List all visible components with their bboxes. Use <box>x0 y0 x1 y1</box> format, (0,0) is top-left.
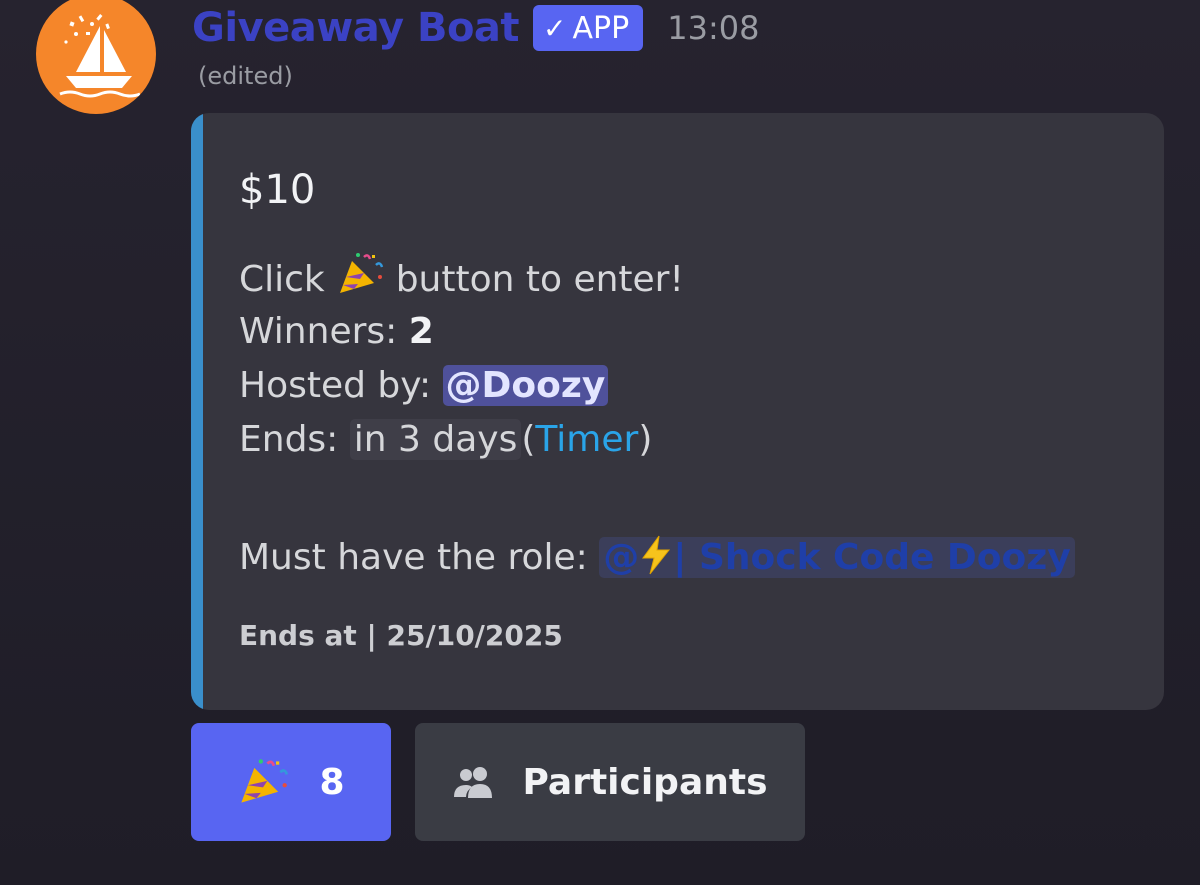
host-mention[interactable]: @Doozy <box>442 365 609 406</box>
embed-title: $10 <box>239 167 316 213</box>
message-header: Giveaway Boat ✓ APP 13:08 <box>192 2 759 54</box>
enter-instruction: Click button to enter! <box>239 251 1075 305</box>
author-username[interactable]: Giveaway Boat <box>192 5 520 51</box>
participants-label: Participants <box>522 761 768 803</box>
party-popper-icon <box>241 759 289 803</box>
embed-accent-bar <box>191 113 203 710</box>
giveaway-embed: $10 Click button to enter! Winners: 2 Ho… <box>191 113 1164 710</box>
winners-count: 2 <box>408 311 434 352</box>
entry-count: 8 <box>319 761 345 803</box>
role-mention[interactable]: @ | Shock Code Doozy <box>599 535 1075 578</box>
message-timestamp[interactable]: 13:08 <box>667 9 759 47</box>
author-avatar[interactable] <box>36 0 156 114</box>
app-badge: ✓ APP <box>533 5 644 51</box>
party-popper-icon <box>340 253 384 293</box>
winners-line: Winners: 2 <box>239 311 434 352</box>
role-requirement-line: Must have the role: @ | Shock Code Doozy <box>239 531 1075 585</box>
people-icon <box>454 767 493 798</box>
app-badge-label: APP <box>572 10 630 46</box>
sailboat-confetti-icon <box>59 14 141 98</box>
embed-description: Click button to enter! Winners: 2 Hosted… <box>239 251 1075 585</box>
embed-footer: Ends at | 25/10/2025 <box>239 619 563 652</box>
edited-indicator: (edited) <box>198 62 293 90</box>
participants-button[interactable]: Participants <box>415 723 805 841</box>
lightning-icon <box>642 535 671 575</box>
relative-timestamp[interactable]: in 3 days <box>349 419 522 460</box>
ends-line: Ends: in 3 days (Timer) <box>239 419 653 460</box>
hosted-by-line: Hosted by: @Doozy <box>239 359 1075 413</box>
verified-check-icon: ✓ <box>543 11 567 45</box>
timer-link[interactable]: Timer <box>535 419 638 460</box>
enter-giveaway-button[interactable]: 8 <box>191 723 391 841</box>
